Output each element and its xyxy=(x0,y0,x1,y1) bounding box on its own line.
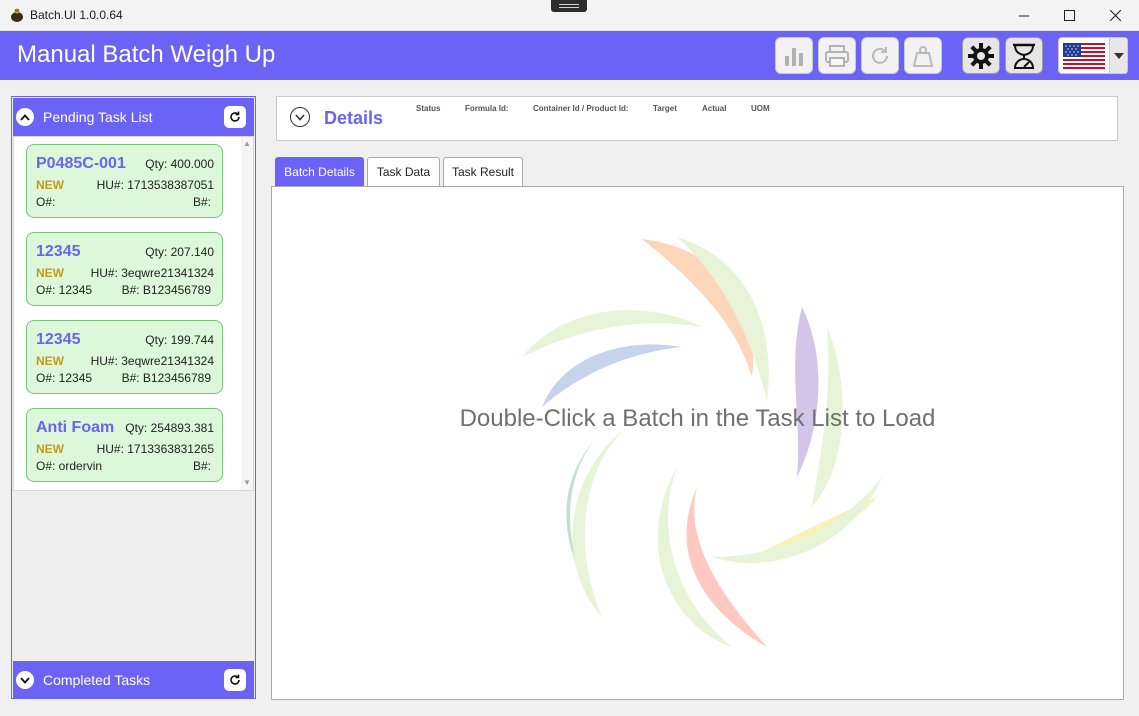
task-id: P0485C-001 xyxy=(36,155,126,172)
task-hu: HU#: 1713363831265 xyxy=(96,442,214,456)
minimize-button[interactable] xyxy=(1001,0,1047,31)
print-button[interactable] xyxy=(818,37,856,74)
gear-icon xyxy=(968,42,994,69)
task-batch: B#: xyxy=(192,459,211,473)
batch-details-content: Double-Click a Batch in the Task List to… xyxy=(271,186,1124,700)
completed-tasks-header[interactable]: Completed Tasks xyxy=(13,661,254,699)
refresh-icon xyxy=(230,674,240,685)
task-order: O#: xyxy=(36,195,56,209)
details-col-target: Target xyxy=(653,104,677,113)
task-batch: B#: B123456789 xyxy=(121,371,211,385)
task-card[interactable]: 12345 Qty: 199.744 NEW HU#: 3eqwre213413… xyxy=(26,320,223,394)
title-grip[interactable] xyxy=(551,0,587,12)
completed-tasks-title: Completed Tasks xyxy=(43,672,151,688)
task-qty: Qty: 254893.381 xyxy=(125,421,214,435)
tab-batch-details[interactable]: Batch Details xyxy=(275,157,364,186)
close-icon xyxy=(1109,10,1121,21)
task-batch: B#: B123456789 xyxy=(121,283,211,297)
task-status: NEW xyxy=(36,178,64,192)
task-hu: HU#: 3eqwre21341324 xyxy=(90,266,214,280)
settings-button[interactable] xyxy=(962,37,1000,74)
pending-task-header[interactable]: Pending Task List xyxy=(13,98,254,136)
refresh-icon xyxy=(230,111,240,122)
app-icon xyxy=(11,8,23,22)
weight-icon xyxy=(912,45,934,67)
task-id: 12345 xyxy=(36,243,81,260)
details-title: Details xyxy=(324,108,384,128)
logo-watermark xyxy=(522,237,882,647)
page-title: Manual Batch Weigh Up xyxy=(17,41,276,68)
collapse-toggle[interactable] xyxy=(16,108,34,126)
pending-task-list[interactable]: P0485C-001 Qty: 400.000 NEW HU#: 1713538… xyxy=(13,136,254,491)
title-bar: Batch.UI 1.0.0.64 xyxy=(0,0,1139,31)
details-col-actual: Actual xyxy=(702,104,727,113)
scale-button[interactable] xyxy=(1005,37,1043,74)
scale-icon xyxy=(1013,43,1035,69)
task-hu: HU#: 1713538387051 xyxy=(96,178,214,192)
task-panel: Pending Task List P0485C-001 Qty: 400.00… xyxy=(11,96,256,699)
refresh-completed-button[interactable] xyxy=(224,669,246,691)
details-col-status: Status xyxy=(416,104,441,113)
window-title: Batch.UI 1.0.0.64 xyxy=(30,8,123,22)
refresh-pending-button[interactable] xyxy=(224,106,246,128)
details-panel: Details Status Formula Id: Container Id … xyxy=(276,96,1118,141)
task-id: Anti Foam xyxy=(36,419,115,436)
task-order: O#: 12345 xyxy=(36,371,93,385)
chevron-down-icon xyxy=(20,676,30,684)
refresh-icon xyxy=(872,46,888,64)
tab-task-result[interactable]: Task Result xyxy=(443,157,523,186)
details-col-container: Container Id / Product Id: xyxy=(533,104,629,113)
chevron-down-icon xyxy=(295,113,305,121)
task-card[interactable]: 12345 Qty: 207.140 NEW HU#: 3eqwre213413… xyxy=(26,232,223,306)
task-card[interactable]: Anti Foam Qty: 254893.381 NEW HU#: 17133… xyxy=(26,408,223,482)
task-qty: Qty: 207.140 xyxy=(145,245,214,259)
scroll-down-icon[interactable]: ▼ xyxy=(243,478,251,487)
task-id: 12345 xyxy=(36,331,81,348)
task-status: NEW xyxy=(36,266,64,280)
chevron-down-icon xyxy=(1113,52,1124,59)
chevron-up-icon xyxy=(20,113,30,121)
scroll-up-icon[interactable]: ▲ xyxy=(243,139,251,148)
language-dropdown-toggle[interactable] xyxy=(1109,38,1127,73)
task-hu: HU#: 3eqwre21341324 xyxy=(90,354,214,368)
task-qty: Qty: 400.000 xyxy=(145,157,214,171)
task-status: NEW xyxy=(36,442,64,456)
details-toggle[interactable] xyxy=(290,107,310,127)
app-header: Manual Batch Weigh Up xyxy=(0,31,1139,80)
expand-toggle[interactable] xyxy=(16,671,34,689)
tare-button[interactable] xyxy=(904,37,942,74)
maximize-button[interactable] xyxy=(1046,0,1092,31)
task-list-scrollbar[interactable]: ▲ ▼ xyxy=(241,137,253,490)
task-qty: Qty: 199.744 xyxy=(145,333,214,347)
pending-task-title: Pending Task List xyxy=(43,109,153,125)
details-col-formula: Formula Id: xyxy=(465,104,509,113)
task-card[interactable]: P0485C-001 Qty: 400.000 NEW HU#: 1713538… xyxy=(26,144,223,218)
task-order: O#: ordervin xyxy=(36,459,103,473)
task-batch: B#: xyxy=(192,195,211,209)
details-col-uom: UOM xyxy=(751,104,770,113)
bar-chart-icon xyxy=(785,47,803,66)
us-flag-icon xyxy=(1063,43,1105,69)
maximize-icon xyxy=(1063,10,1075,21)
close-button[interactable] xyxy=(1092,0,1138,31)
language-selector[interactable] xyxy=(1058,37,1128,74)
load-hint: Double-Click a Batch in the Task List to… xyxy=(459,405,936,432)
printer-icon xyxy=(825,44,849,67)
reports-button[interactable] xyxy=(775,37,813,74)
refresh-button[interactable] xyxy=(861,37,899,74)
tab-task-data[interactable]: Task Data xyxy=(367,157,440,186)
task-status: NEW xyxy=(36,354,64,368)
task-order: O#: 12345 xyxy=(36,283,93,297)
minimize-icon xyxy=(1019,15,1029,16)
